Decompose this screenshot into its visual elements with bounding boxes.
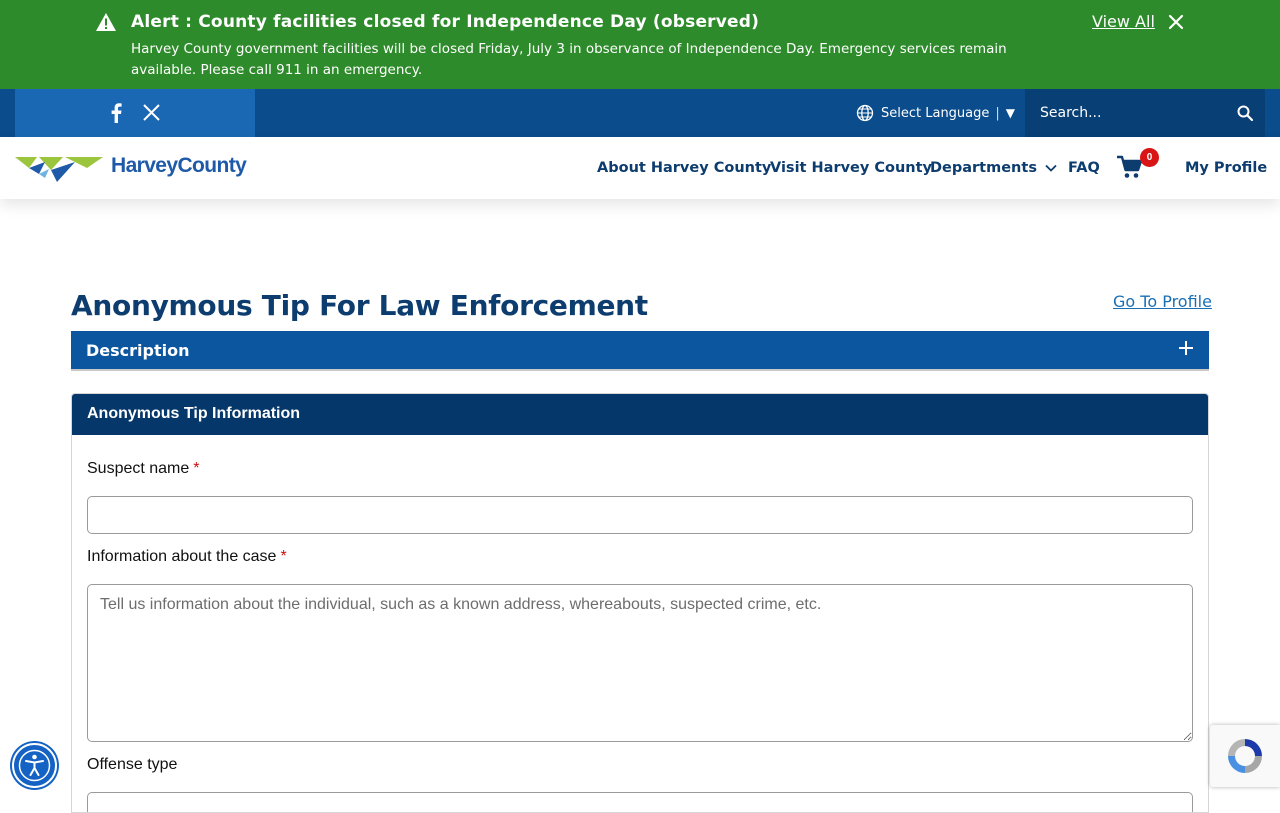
alert-banner: Alert : County facilities closed for Ind… — [0, 0, 1280, 89]
plus-icon[interactable] — [1179, 341, 1193, 355]
language-label: Select Language — [881, 105, 990, 121]
required-mark: * — [280, 548, 287, 565]
accordion-label: Description — [86, 341, 190, 360]
warning-icon — [96, 13, 116, 31]
utility-bar: Select Language | ▼ — [0, 89, 1280, 137]
nav-visit-link[interactable]: Visit Harvey County — [770, 160, 932, 176]
nav-my-profile-link[interactable]: My Profile — [1185, 160, 1267, 176]
nav-departments[interactable]: Departments — [930, 137, 1057, 199]
facebook-icon[interactable] — [110, 103, 122, 123]
offense-type-select[interactable] — [87, 792, 1193, 812]
chevron-down-icon[interactable] — [1045, 164, 1057, 172]
suspect-name-label: Suspect name * — [87, 460, 200, 478]
case-info-label-text: Information about the case — [87, 548, 277, 565]
case-info-label: Information about the case * — [87, 548, 287, 566]
offense-type-label: Offense type — [87, 756, 177, 774]
recaptcha-icon — [1228, 739, 1262, 773]
logo-text: HarveyCounty — [111, 154, 247, 177]
nav-about[interactable]: About Harvey County — [597, 137, 771, 199]
accessibility-icon — [18, 749, 51, 782]
x-twitter-icon[interactable] — [143, 104, 160, 121]
nav-faq-link[interactable]: FAQ — [1068, 160, 1100, 176]
view-all-link[interactable]: View All — [1092, 12, 1155, 31]
alert-body: Harvey County government facilities will… — [131, 41, 1007, 78]
nav-departments-link[interactable]: Departments — [930, 160, 1037, 176]
go-to-profile-link[interactable]: Go To Profile — [1113, 292, 1212, 311]
language-caret: ▼ — [1005, 106, 1016, 120]
site-header: HarveyCounty About Harvey County Visit H… — [0, 137, 1280, 199]
harvey-county-logo[interactable]: HarveyCounty — [15, 152, 260, 184]
suspect-name-label-text: Suspect name — [87, 460, 190, 477]
offense-type-label-text: Offense type — [87, 756, 178, 773]
search-box — [1025, 89, 1265, 137]
suspect-name-input[interactable] — [87, 496, 1193, 534]
social-links — [15, 89, 255, 137]
tip-form-panel: Anonymous Tip Information Suspect name * … — [71, 393, 1209, 813]
accessibility-button[interactable] — [12, 743, 57, 788]
language-selector[interactable]: Select Language | ▼ — [856, 103, 1015, 123]
nav-faq[interactable]: FAQ — [1068, 137, 1100, 199]
recaptcha-badge[interactable] — [1210, 725, 1280, 787]
form-section-title: Anonymous Tip Information — [87, 405, 301, 422]
language-divider: | — [995, 105, 1000, 121]
search-icon[interactable] — [1237, 105, 1253, 121]
case-info-textarea[interactable] — [87, 584, 1193, 742]
cart-count-badge: 0 — [1140, 148, 1159, 167]
form-section-header: Anonymous Tip Information — [72, 394, 1208, 435]
close-icon[interactable] — [1168, 14, 1184, 30]
nav-visit[interactable]: Visit Harvey County — [770, 137, 932, 199]
description-accordion[interactable]: Description — [71, 331, 1209, 371]
nav-about-link[interactable]: About Harvey County — [597, 160, 771, 176]
required-mark: * — [193, 460, 200, 477]
search-input[interactable] — [1025, 89, 1225, 137]
globe-icon — [856, 104, 874, 122]
logo-mark-icon — [15, 157, 103, 182]
nav-my-profile[interactable]: My Profile — [1185, 137, 1267, 199]
alert-title: Alert : County facilities closed for Ind… — [131, 12, 760, 32]
page-title: Anonymous Tip For Law Enforcement — [71, 289, 648, 322]
